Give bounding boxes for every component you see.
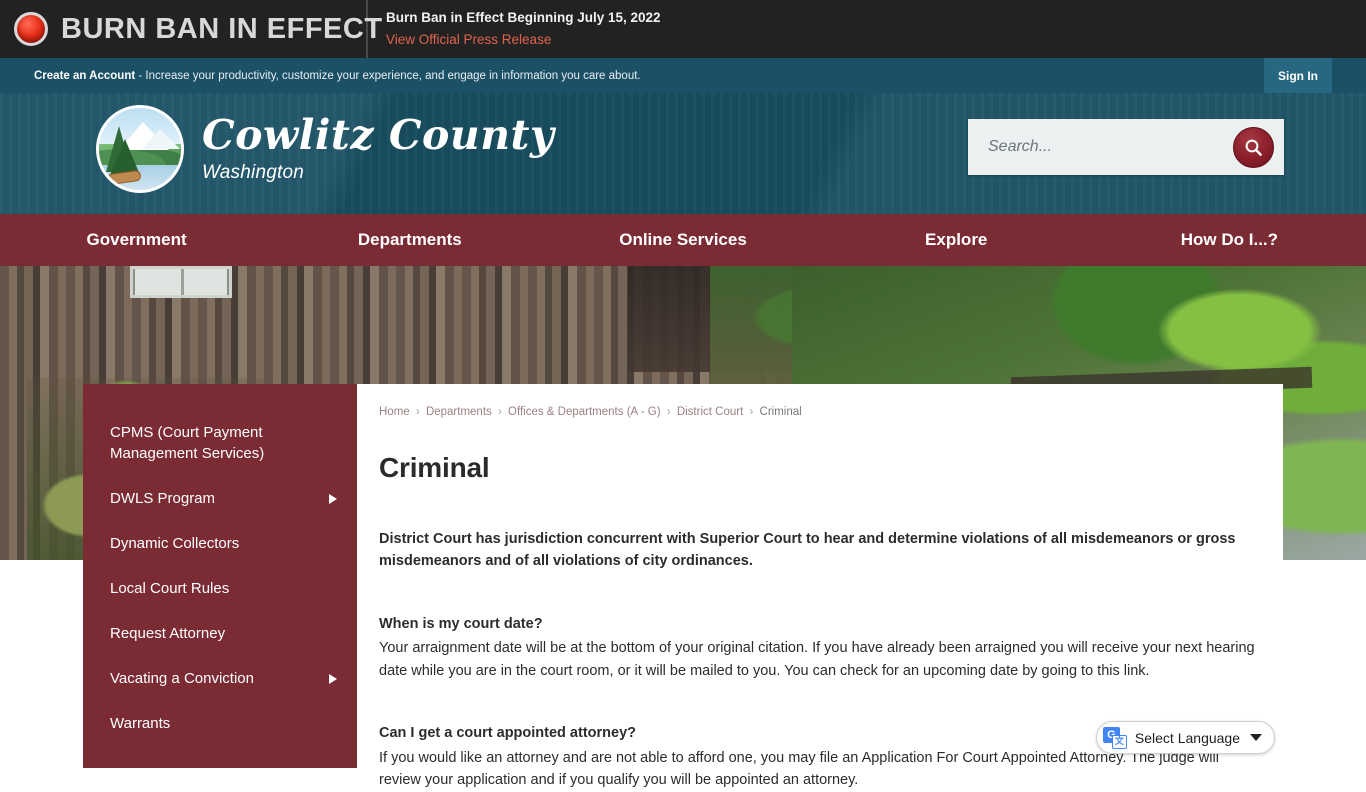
sidebar-item-label: DWLS Program [110, 490, 216, 507]
search-button[interactable] [1233, 126, 1274, 168]
search-input[interactable] [968, 119, 1233, 175]
alert-headline: Burn Ban in Effect Beginning July 15, 20… [386, 10, 661, 26]
site-header: Cowlitz County Washington [0, 93, 1366, 214]
sidebar-item-warrants[interactable]: Warrants [83, 701, 357, 746]
cowlitz-county-seal-icon [96, 105, 184, 193]
sign-in-button[interactable]: Sign In [1264, 58, 1332, 93]
brand-name: Cowlitz County [202, 110, 555, 159]
breadcrumb-separator: › [415, 406, 420, 418]
chevron-right-icon [329, 493, 337, 504]
site-logo[interactable]: Cowlitz County Washington [96, 105, 554, 193]
main-content-panel: Home › Departments › Offices & Departmen… [357, 384, 1283, 788]
sidebar-item-vacating-a-conviction[interactable]: Vacating a Conviction [83, 656, 357, 701]
breadcrumb: Home › Departments › Offices & Departmen… [379, 406, 1259, 418]
sidebar-item-dynamic-collectors[interactable]: Dynamic Collectors [83, 521, 357, 566]
nav-item-explore[interactable]: Explore [820, 230, 1093, 250]
red-alert-dot-icon [14, 12, 48, 46]
sidebar-item-dwls-program[interactable]: DWLS Program [83, 476, 357, 521]
breadcrumb-item-offices-departments[interactable]: Offices & Departments (A - G) [508, 406, 661, 418]
hero-barn-window [129, 266, 233, 299]
nav-item-how-do-i[interactable]: How Do I...? [1093, 230, 1366, 250]
language-selector-label: Select Language [1134, 729, 1240, 746]
faq-question-court-date: When is my court date? [379, 615, 543, 632]
brand-subtitle: Washington [202, 161, 304, 183]
site-search [968, 119, 1284, 175]
create-account-message: Create an Account - Increase your produc… [34, 70, 641, 82]
breadcrumb-separator: › [666, 406, 671, 418]
sidebar-item-cpms[interactable]: CPMS (Court Payment Management Services) [83, 410, 357, 476]
section-sidebar-navigation: CPMS (Court Payment Management Services)… [83, 384, 357, 768]
page-title: Criminal [379, 452, 490, 483]
nav-item-departments[interactable]: Departments [273, 230, 546, 250]
sidebar-item-request-attorney[interactable]: Request Attorney [83, 611, 357, 656]
emergency-alert-bar: BURN BAN IN EFFECT Burn Ban in Effect Be… [0, 0, 1366, 58]
google-translate-icon: G 文 [1102, 726, 1127, 749]
alert-message-group: Burn Ban in Effect Beginning July 15, 20… [368, 9, 661, 48]
faq-answer-court-date: Your arraignment date will be at the bot… [379, 640, 1255, 679]
intro-paragraph: District Court has jurisdiction concurre… [379, 531, 1236, 570]
main-navigation: Government Departments Online Services E… [0, 214, 1366, 266]
nav-item-online-services[interactable]: Online Services [546, 230, 819, 250]
chevron-down-icon [1250, 734, 1262, 741]
alert-banner-title: BURN BAN IN EFFECT [61, 12, 383, 45]
create-account-link[interactable]: Create an Account [34, 70, 135, 82]
breadcrumb-separator: › [497, 406, 502, 418]
breadcrumb-separator: › [749, 406, 754, 418]
brand-text-group: Cowlitz County Washington [202, 110, 555, 184]
alert-banner-title-group: BURN BAN IN EFFECT [0, 0, 382, 58]
breadcrumb-item-district-court[interactable]: District Court [677, 406, 743, 418]
breadcrumb-current-page: Criminal [759, 406, 802, 418]
language-selector[interactable]: G 文 Select Language [1095, 721, 1275, 754]
breadcrumb-item-departments[interactable]: Departments [426, 406, 492, 418]
content-area: CPMS (Court Payment Management Services)… [83, 384, 1283, 788]
breadcrumb-item-home[interactable]: Home [379, 406, 410, 418]
search-icon [1244, 138, 1263, 157]
nav-item-government[interactable]: Government [0, 230, 273, 250]
chevron-right-icon [329, 673, 337, 684]
account-bar: Create an Account - Increase your produc… [0, 58, 1366, 93]
create-account-description: - Increase your productivity, customize … [135, 69, 641, 82]
alert-press-release-link[interactable]: View Official Press Release [386, 31, 661, 49]
sidebar-item-local-court-rules[interactable]: Local Court Rules [83, 566, 357, 611]
sidebar-item-label: Vacating a Conviction [110, 670, 254, 687]
